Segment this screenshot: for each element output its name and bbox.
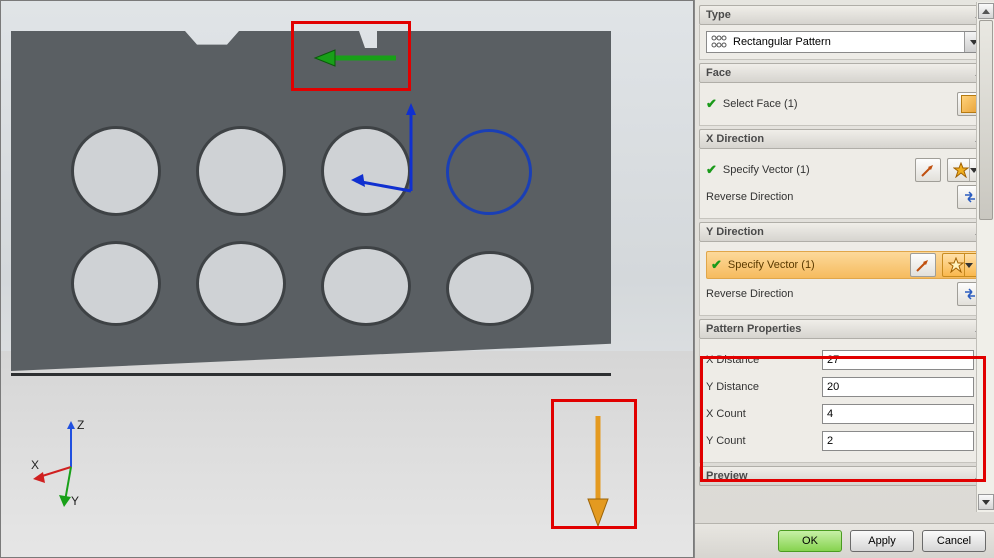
annotation-box [291, 21, 411, 91]
x-distance-input[interactable] [822, 350, 974, 370]
scroll-down-button[interactable] [978, 494, 994, 510]
check-icon: ✔ [706, 96, 717, 112]
hole[interactable] [71, 241, 161, 326]
check-icon: ✔ [711, 257, 722, 273]
scroll-up-button[interactable] [978, 3, 994, 19]
section-header-preview[interactable]: Preview [699, 466, 990, 486]
view-triad[interactable]: Z X Y [31, 417, 121, 507]
type-dropdown[interactable]: Rectangular Pattern [706, 31, 983, 53]
y-count-label: Y Count [706, 435, 816, 447]
x-specify-vector-label[interactable]: Specify Vector (1) [723, 164, 909, 176]
vector-icon [915, 257, 931, 273]
chevron-up-icon [982, 9, 990, 14]
x-distance-label: X Distance [706, 354, 816, 366]
dialog-footer: OK Apply Cancel [695, 523, 994, 558]
pattern-properties-body: X Distance mm Y Distance mm X Count Y Co… [699, 339, 990, 463]
apply-button[interactable]: Apply [850, 530, 914, 552]
section-title: Face [706, 67, 731, 79]
auto-vector-icon [948, 257, 964, 273]
rectangular-pattern-icon [711, 34, 727, 50]
section-title: Y Direction [706, 226, 764, 238]
work-csys [351, 101, 441, 211]
hole[interactable] [446, 251, 534, 326]
viewport-3d[interactable]: Z X Y [0, 0, 694, 558]
section-title: Pattern Properties [706, 323, 801, 335]
vector-dialog-button[interactable] [910, 253, 936, 277]
cancel-button[interactable]: Cancel [922, 530, 986, 552]
section-header-x-direction[interactable]: X Direction [699, 129, 990, 149]
hole[interactable] [196, 241, 286, 326]
vector-dialog-button[interactable] [915, 158, 941, 182]
apply-label: Apply [868, 535, 896, 547]
hole[interactable] [196, 126, 286, 216]
hole[interactable] [71, 126, 161, 216]
section-title: X Direction [706, 133, 764, 145]
section-header-y-direction[interactable]: Y Direction [699, 222, 990, 242]
section-title: Type [706, 9, 731, 21]
axis-y-label: Y [71, 494, 79, 508]
hole-selected[interactable] [446, 129, 532, 215]
panel-scrollbar[interactable] [976, 2, 994, 512]
y-reverse-label: Reverse Direction [706, 288, 951, 300]
y-specify-vector-label[interactable]: Specify Vector (1) [728, 259, 904, 271]
part-base-edge [11, 373, 611, 376]
inferred-vector-button-active[interactable] [942, 253, 978, 277]
cancel-label: Cancel [937, 535, 971, 547]
annotation-box [551, 399, 637, 529]
x-count-label: X Count [706, 408, 816, 420]
type-dropdown-label: Rectangular Pattern [733, 36, 831, 48]
ok-button[interactable]: OK [778, 530, 842, 552]
axis-x-label: X [31, 458, 39, 472]
vector-icon [920, 162, 936, 178]
chevron-down-icon [965, 263, 973, 268]
section-header-face[interactable]: Face [699, 63, 990, 83]
scroll-thumb[interactable] [979, 20, 993, 220]
auto-vector-icon [953, 162, 969, 178]
axis-z-label: Z [77, 418, 84, 432]
check-icon: ✔ [706, 162, 717, 178]
hole[interactable] [321, 246, 411, 326]
y-count-input[interactable] [822, 431, 974, 451]
select-face-label[interactable]: Select Face (1) [723, 98, 951, 110]
section-title: Preview [706, 470, 748, 482]
y-distance-label: Y Distance [706, 381, 816, 393]
y-distance-input[interactable] [822, 377, 974, 397]
x-reverse-label: Reverse Direction [706, 191, 951, 203]
x-count-input[interactable] [822, 404, 974, 424]
ok-label: OK [802, 535, 818, 547]
chevron-down-icon [982, 500, 990, 505]
section-header-pattern-properties[interactable]: Pattern Properties [699, 319, 990, 339]
property-panel: Type Rectangular Pattern Face ✔ Select F… [694, 0, 994, 558]
section-header-type[interactable]: Type [699, 5, 990, 25]
